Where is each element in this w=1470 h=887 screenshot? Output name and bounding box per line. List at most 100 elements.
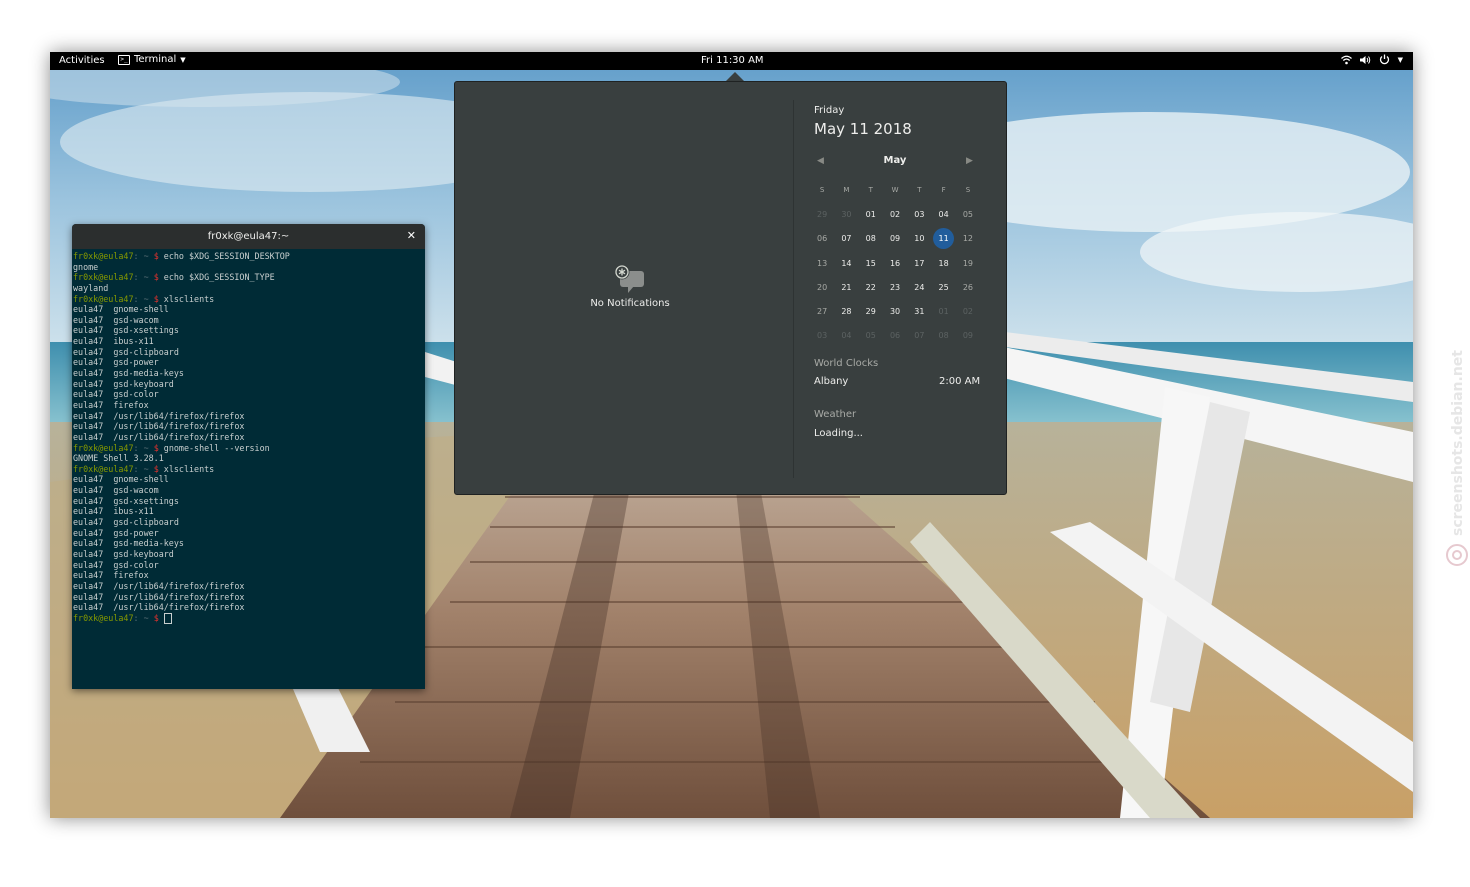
world-clocks-title[interactable]: World Clocks: [814, 358, 878, 369]
calendar-day-label: 07: [914, 331, 925, 341]
calendar-day-today[interactable]: 11: [931, 228, 955, 250]
calendar-day[interactable]: 29: [810, 210, 834, 219]
previous-month-icon[interactable]: ◀: [817, 156, 824, 166]
calendar-day-label: 31: [914, 307, 925, 317]
calendar-day[interactable]: 15: [859, 259, 883, 268]
terminal-cursor: [163, 612, 172, 624]
calendar-day[interactable]: 27: [810, 307, 834, 316]
terminal-icon: >_: [118, 54, 130, 65]
terminal-output[interactable]: fr0xk@eula47: ~ $ echo $XDG_SESSION_DESK…: [73, 251, 423, 624]
prompt-path: : ~: [133, 612, 154, 623]
date-menu-popup: No Notifications Friday May 11 2018 ◀ Ma…: [454, 81, 1007, 495]
calendar-day[interactable]: 22: [859, 283, 883, 292]
calendar-day[interactable]: 28: [834, 307, 858, 316]
app-menu-button[interactable]: >_ Terminal ▼: [118, 54, 186, 65]
calendar-day[interactable]: 06: [883, 331, 907, 340]
calendar-day[interactable]: 01: [859, 210, 883, 219]
calendar-day[interactable]: 07: [907, 331, 931, 340]
weather-title[interactable]: Weather: [814, 409, 856, 420]
calendar-day-label: 02: [889, 209, 901, 219]
calendar-day[interactable]: 04: [834, 331, 858, 340]
terminal-titlebar[interactable]: fr0xk@eula47:~ ✕: [72, 224, 425, 249]
command-text: echo $XDG_SESSION_DESKTOP: [163, 251, 290, 261]
system-status-menu[interactable]: ▼: [1340, 54, 1403, 65]
calendar-day[interactable]: 29: [859, 307, 883, 316]
prompt-user: fr0xk@eula47: [73, 442, 134, 453]
prompt-path: : ~: [133, 463, 154, 474]
clock-button[interactable]: Fri 11:30 AM: [701, 55, 764, 66]
calendar-day-label: 15: [865, 258, 876, 268]
prompt-path: : ~: [133, 442, 154, 453]
prompt-path: : ~: [133, 293, 154, 304]
calendar-day[interactable]: 01: [931, 307, 955, 316]
weekday-header: W: [891, 186, 899, 195]
calendar-day[interactable]: 19: [956, 259, 980, 268]
terminal-output-line: GNOME Shell 3.28.1: [73, 453, 164, 464]
calendar-day-label: 07: [841, 234, 852, 244]
calendar-day[interactable]: 02: [883, 210, 907, 219]
terminal-output-line: eula47 gsd-media-keys: [73, 368, 184, 379]
calendar-week-row: 03 04 05 06 07 08 09: [810, 324, 980, 348]
calendar-day[interactable]: 09: [956, 331, 980, 340]
calendar-day[interactable]: 08: [859, 234, 883, 243]
calendar-day[interactable]: 03: [907, 210, 931, 219]
gnome-top-bar: Activities >_ Terminal ▼ Fri 11:30 AM ▼: [50, 52, 1413, 70]
calendar-day-label: 23: [889, 282, 901, 292]
terminal-output-line: eula47 /usr/lib64/firefox/firefox: [73, 602, 245, 613]
chevron-down-icon: ▼: [1397, 55, 1403, 64]
terminal-window[interactable]: fr0xk@eula47:~ ✕ fr0xk@eula47: ~ $ echo …: [72, 224, 425, 689]
world-clock-city: Albany: [814, 376, 849, 387]
weekday-header: S: [819, 186, 825, 195]
calendar-day[interactable]: 25: [931, 283, 955, 292]
calendar-day[interactable]: 30: [834, 210, 858, 219]
calendar-day[interactable]: 30: [883, 307, 907, 316]
calendar-day[interactable]: 16: [883, 259, 907, 268]
calendar-day[interactable]: 24: [907, 283, 931, 292]
calendar-day[interactable]: 04: [931, 210, 955, 219]
terminal-output-line: eula47 gsd-color: [73, 389, 159, 400]
calendar-day-label: 03: [817, 331, 828, 341]
calendar-day[interactable]: 17: [907, 259, 931, 268]
calendar-day[interactable]: 07: [834, 234, 858, 243]
command-text: xlsclients: [163, 293, 215, 304]
terminal-output-line: eula47 /usr/lib64/firefox/firefox: [73, 410, 245, 421]
calendar-day[interactable]: 13: [810, 259, 834, 268]
activities-button[interactable]: Activities: [59, 55, 105, 66]
calendar-day-label: 24: [914, 282, 925, 292]
calendar-day-label: 09: [889, 234, 901, 244]
calendar-day[interactable]: 05: [956, 210, 980, 219]
desktop-screen: Activities >_ Terminal ▼ Fri 11:30 AM ▼: [50, 52, 1413, 818]
calendar-day-label: 20: [817, 282, 828, 292]
terminal-output-line: eula47 gsd-keyboard: [73, 548, 174, 559]
calendar-day[interactable]: 20: [810, 283, 834, 292]
prompt-user: fr0xk@eula47: [73, 251, 134, 261]
calendar-day-label: 26: [962, 282, 974, 292]
calendar-day[interactable]: 23: [883, 283, 907, 292]
calendar-day-label: 06: [889, 331, 901, 341]
calendar-day[interactable]: 21: [834, 283, 858, 292]
close-icon[interactable]: ✕: [407, 229, 416, 242]
prompt-user: fr0xk@eula47: [73, 463, 134, 474]
calendar-day[interactable]: 06: [810, 234, 834, 243]
calendar-day-label: 28: [841, 307, 852, 317]
calendar-month-label: May: [883, 155, 907, 166]
calendar-day[interactable]: 10: [907, 234, 931, 243]
app-menu-label: Terminal: [134, 54, 177, 65]
next-month-icon[interactable]: ▶: [966, 156, 973, 166]
calendar-day-label: 12: [962, 234, 974, 244]
calendar-day[interactable]: 14: [834, 259, 858, 268]
terminal-output-line: eula47 gnome-shell: [73, 304, 169, 315]
calendar-day[interactable]: 26: [956, 283, 980, 292]
terminal-output-line: eula47 /usr/lib64/firefox/firefox: [73, 431, 245, 442]
calendar-day[interactable]: 18: [931, 259, 955, 268]
calendar-full-date[interactable]: May 11 2018: [814, 120, 912, 138]
calendar-day[interactable]: 05: [859, 331, 883, 340]
terminal-output-line: eula47 /usr/lib64/firefox/firefox: [73, 421, 245, 432]
calendar-day[interactable]: 09: [883, 234, 907, 243]
calendar-day[interactable]: 31: [907, 307, 931, 316]
wifi-icon: [1340, 55, 1352, 65]
calendar-day[interactable]: 03: [810, 331, 834, 340]
calendar-day[interactable]: 08: [931, 331, 955, 340]
calendar-day[interactable]: 12: [956, 234, 980, 243]
calendar-day[interactable]: 02: [956, 307, 980, 316]
